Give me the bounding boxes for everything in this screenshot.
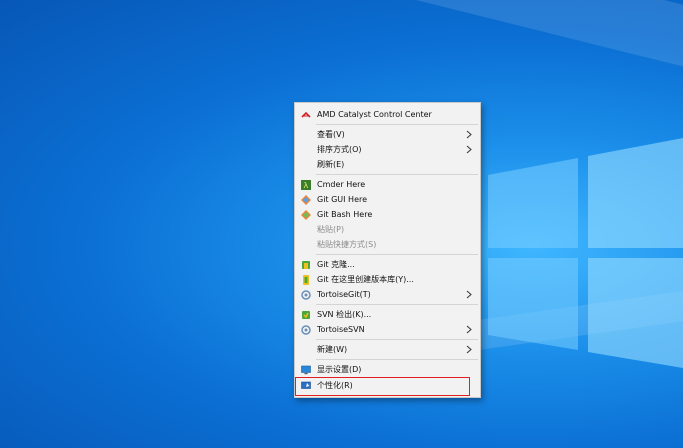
menu-item-label: 排序方式(O) bbox=[317, 145, 362, 154]
tortoisegit-clone-icon bbox=[301, 260, 311, 270]
menu-item-label: TortoiseGit(T) bbox=[317, 290, 371, 299]
menu-item-git-gui-here[interactable]: Git GUI Here bbox=[295, 192, 480, 207]
tortoisesvn-icon bbox=[301, 325, 311, 335]
menu-item-label: Git 在这里创建版本库(Y)... bbox=[317, 275, 414, 284]
menu-item-tortoisegit[interactable]: TortoiseGit(T) bbox=[295, 287, 480, 302]
chevron-right-icon bbox=[466, 145, 472, 154]
menu-item-refresh[interactable]: 刷新(E) bbox=[295, 157, 480, 172]
chevron-right-icon bbox=[466, 345, 472, 354]
menu-item-display-settings[interactable]: 显示设置(D) bbox=[295, 362, 480, 377]
git-gui-icon bbox=[301, 195, 311, 205]
menu-item-label: TortoiseSVN bbox=[317, 325, 365, 334]
highlight-box bbox=[295, 377, 470, 396]
display-settings-icon bbox=[301, 365, 311, 375]
menu-separator bbox=[316, 339, 478, 340]
amd-icon bbox=[301, 110, 311, 120]
menu-item-label: AMD Catalyst Control Center bbox=[317, 110, 432, 119]
menu-item-git-bash-here[interactable]: Git Bash Here bbox=[295, 207, 480, 222]
chevron-right-icon bbox=[466, 290, 472, 299]
menu-item-paste-shortcut: 粘贴快捷方式(S) bbox=[295, 237, 480, 252]
menu-item-label: Git Bash Here bbox=[317, 210, 373, 219]
menu-item-view[interactable]: 查看(V) bbox=[295, 127, 480, 142]
menu-item-label: 新建(W) bbox=[317, 345, 348, 354]
menu-item-label: SVN 检出(K)... bbox=[317, 310, 372, 319]
menu-item-sort-by[interactable]: 排序方式(O) bbox=[295, 142, 480, 157]
menu-item-label: 查看(V) bbox=[317, 130, 345, 139]
svg-text:λ: λ bbox=[304, 181, 309, 190]
menu-item-git-create-repo[interactable]: Git 在这里创建版本库(Y)... bbox=[295, 272, 480, 287]
cmder-icon: λ bbox=[301, 180, 311, 190]
menu-item-label: Git GUI Here bbox=[317, 195, 368, 204]
svn-checkout-icon bbox=[301, 310, 311, 320]
chevron-right-icon bbox=[466, 325, 472, 334]
menu-item-svn-checkout[interactable]: SVN 检出(K)... bbox=[295, 307, 480, 322]
menu-item-label: 显示设置(D) bbox=[317, 365, 362, 374]
menu-item-label: 刷新(E) bbox=[317, 160, 345, 169]
context-menu: AMD Catalyst Control Center 查看(V) 排序方式(O… bbox=[294, 102, 481, 398]
menu-item-label: 粘贴(P) bbox=[317, 225, 345, 234]
menu-item-cmder-here[interactable]: λ Cmder Here bbox=[295, 177, 480, 192]
menu-separator bbox=[316, 359, 478, 360]
menu-item-label: Cmder Here bbox=[317, 180, 366, 189]
menu-separator bbox=[316, 174, 478, 175]
menu-item-git-clone[interactable]: Git 克隆... bbox=[295, 257, 480, 272]
menu-item-paste: 粘贴(P) bbox=[295, 222, 480, 237]
menu-item-tortoisesvn[interactable]: TortoiseSVN bbox=[295, 322, 480, 337]
windows-logo bbox=[478, 130, 683, 370]
menu-item-label: Git 克隆... bbox=[317, 260, 355, 269]
menu-separator bbox=[316, 124, 478, 125]
tortoisegit-icon bbox=[301, 290, 311, 300]
chevron-right-icon bbox=[466, 130, 472, 139]
menu-item-new[interactable]: 新建(W) bbox=[295, 342, 480, 357]
menu-item-label: 粘贴快捷方式(S) bbox=[317, 240, 377, 249]
menu-separator bbox=[316, 304, 478, 305]
light-beam bbox=[153, 0, 683, 104]
menu-separator bbox=[316, 254, 478, 255]
git-bash-icon bbox=[301, 210, 311, 220]
tortoisegit-create-repo-icon bbox=[301, 275, 311, 285]
menu-item-amd-catalyst[interactable]: AMD Catalyst Control Center bbox=[295, 107, 480, 122]
